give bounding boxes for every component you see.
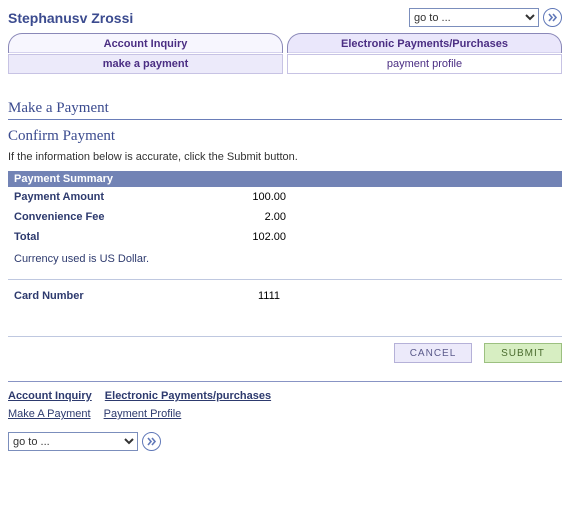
currency-note: Currency used is US Dollar. <box>8 247 562 275</box>
table-row: Payment Amount 100.00 <box>8 187 562 207</box>
row-label: Total <box>8 227 180 247</box>
footer-link-electronic-payments[interactable]: Electronic Payments/purchases <box>105 390 271 402</box>
footer-link-payment-profile[interactable]: Payment Profile <box>104 408 182 420</box>
user-name: Stephanusv Zrossi <box>8 10 133 26</box>
page-title: Make a Payment <box>8 100 562 120</box>
tab-account-inquiry[interactable]: Account Inquiry <box>8 33 283 53</box>
row-label: Payment Amount <box>8 187 180 207</box>
summary-header: Payment Summary <box>8 171 562 187</box>
row-value: 102.00 <box>180 227 292 247</box>
summary-table: Payment Amount 100.00 Convenience Fee 2.… <box>8 187 562 247</box>
chevron-double-right-icon <box>548 13 558 22</box>
footer-link-make-a-payment[interactable]: Make A Payment <box>8 408 91 420</box>
tab-label: Account Inquiry <box>104 38 188 50</box>
subtab-label: payment profile <box>387 58 462 70</box>
subtab-make-a-payment[interactable]: make a payment <box>8 54 283 74</box>
footer-separator <box>8 381 562 382</box>
footer-link-account-inquiry[interactable]: Account Inquiry <box>8 390 92 402</box>
tab-label: Electronic Payments/Purchases <box>341 38 508 50</box>
row-value: 100.00 <box>180 187 292 207</box>
go-button-bottom[interactable] <box>142 432 161 451</box>
row-label: Convenience Fee <box>8 207 180 227</box>
goto-select-bottom[interactable]: go to ... <box>8 432 138 451</box>
submit-button[interactable]: SUBMIT <box>484 343 562 363</box>
row-value: 2.00 <box>180 207 292 227</box>
footer-row-secondary: Make A Payment Payment Profile <box>8 408 562 420</box>
go-button-top[interactable] <box>543 8 562 27</box>
section-title: Confirm Payment <box>8 128 562 145</box>
card-number-label: Card Number <box>14 290 180 302</box>
chevron-double-right-icon <box>147 437 157 446</box>
goto-select-top[interactable]: go to ... <box>409 8 539 27</box>
card-number-value: 1111 <box>180 290 280 302</box>
footer-row-primary: Account Inquiry Electronic Payments/purc… <box>8 390 562 402</box>
subtab-payment-profile[interactable]: payment profile <box>287 54 562 74</box>
divider <box>8 279 562 280</box>
tab-electronic-payments[interactable]: Electronic Payments/Purchases <box>287 33 562 53</box>
divider <box>8 336 562 337</box>
cancel-button[interactable]: CANCEL <box>394 343 472 363</box>
table-row: Total 102.00 <box>8 227 562 247</box>
subtab-label: make a payment <box>103 58 189 70</box>
instruction-text: If the information below is accurate, cl… <box>8 151 562 163</box>
table-row: Convenience Fee 2.00 <box>8 207 562 227</box>
